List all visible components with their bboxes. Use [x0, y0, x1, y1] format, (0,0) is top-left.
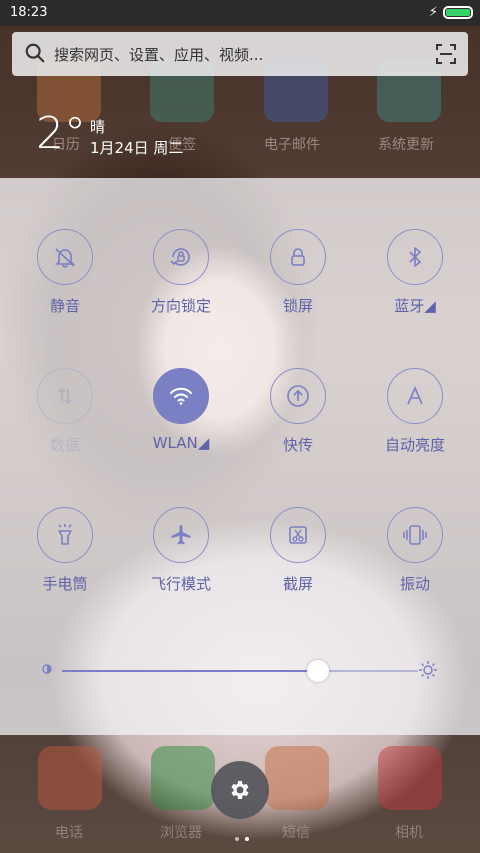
brightness-high-icon — [419, 661, 437, 679]
toggle-label: 蓝牙◢ — [394, 297, 436, 315]
toggle-wlan[interactable]: WLAN◢ — [131, 368, 231, 452]
toggle-label: 飞行模式 — [150, 575, 211, 593]
brightness-slider[interactable] — [62, 660, 418, 682]
airplane-icon — [171, 525, 191, 545]
toggle-mobile-data[interactable]: 数据 — [15, 368, 115, 455]
toggle-label: 截屏 — [282, 575, 313, 593]
bluetooth-icon — [409, 247, 421, 267]
status-time: 18:23 — [10, 5, 48, 20]
toggle-label: 静音 — [49, 297, 80, 315]
dock-label: 电话 — [55, 825, 83, 841]
toggle-rotation-lock[interactable]: 方向锁定 — [131, 229, 231, 316]
search-icon — [25, 43, 45, 63]
battery-icon — [443, 6, 473, 19]
page-dot — [235, 837, 239, 841]
page-indicator — [232, 826, 252, 845]
dock-label: 短信 — [282, 825, 310, 841]
bell-off-icon — [55, 248, 75, 268]
toggle-label: 手电筒 — [42, 575, 88, 593]
gear-icon — [231, 781, 249, 799]
browser-icon — [151, 746, 215, 810]
toggle-bluetooth[interactable]: 蓝牙◢ — [365, 229, 465, 316]
toggle-label: 自动亮度 — [384, 436, 445, 454]
flashlight-icon — [58, 524, 72, 545]
camera-icon — [378, 746, 442, 810]
data-arrows-icon — [58, 387, 72, 405]
toggle-quick-transfer[interactable]: 快传 — [248, 368, 348, 455]
phone-icon — [38, 746, 102, 810]
settings-button[interactable] — [211, 761, 269, 819]
brightness-slider-handle[interactable] — [307, 660, 330, 682]
search-placeholder: 搜索网页、设置、应用、视频... — [54, 46, 264, 64]
toggle-label: 方向锁定 — [150, 297, 211, 315]
toggle-airplane-mode[interactable]: 飞行模式 — [131, 507, 231, 594]
app-label: 电子邮件 — [264, 137, 320, 153]
sms-icon — [265, 746, 329, 810]
toggle-label: WLAN◢ — [152, 434, 210, 452]
weather-temperature[interactable]: 2° — [36, 110, 86, 158]
brightness-low-icon — [42, 664, 52, 674]
search-bar[interactable]: 搜索网页、设置、应用、视频... — [12, 32, 468, 76]
lock-icon — [291, 248, 305, 266]
weather-date: 1月24日 周二 — [90, 139, 184, 157]
toggle-label: 快传 — [282, 436, 313, 454]
auto-brightness-icon — [407, 386, 423, 405]
toggle-vibrate[interactable]: 振动 — [365, 507, 465, 594]
status-bar: 18:23 ⚡ — [0, 0, 480, 26]
quick-settings-panel: 静音 方向锁定 锁屏 蓝牙◢ 数据 WLAN◢ 快传 自动亮度 手电筒 飞行模式… — [0, 178, 480, 735]
toggle-auto-brightness[interactable]: 自动亮度 — [365, 368, 465, 455]
wifi-icon — [170, 387, 192, 405]
toggle-label: 锁屏 — [282, 297, 313, 315]
page-dot-active — [245, 837, 249, 841]
app-label: 系统更新 — [378, 137, 434, 153]
toggle-screenshot[interactable]: 截屏 — [248, 507, 348, 594]
toggle-lock-screen[interactable]: 锁屏 — [248, 229, 348, 316]
screenshot-icon — [289, 526, 307, 544]
weather-condition: 晴 — [90, 118, 106, 136]
charging-icon: ⚡ — [428, 5, 438, 20]
toggle-label: 振动 — [399, 575, 430, 593]
toggle-silent[interactable]: 静音 — [15, 229, 115, 316]
dock-label: 相机 — [395, 825, 423, 841]
dock-label: 浏览器 — [160, 825, 202, 841]
vibrate-icon — [403, 525, 427, 545]
scan-icon[interactable] — [436, 44, 456, 64]
toggle-label: 数据 — [49, 436, 80, 454]
rotation-lock-icon — [170, 248, 190, 266]
upload-icon — [287, 385, 309, 407]
toggle-flashlight[interactable]: 手电筒 — [15, 507, 115, 594]
